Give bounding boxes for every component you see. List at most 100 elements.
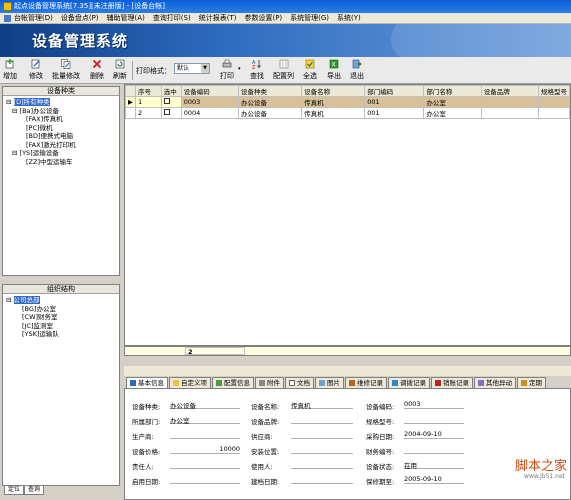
column-header[interactable]: 选中	[160, 85, 182, 97]
menu-ledger[interactable]: 台帐管理(D)	[14, 13, 53, 23]
tab-periodic[interactable]: 定期	[517, 377, 546, 388]
grid-footer: 2	[124, 346, 571, 356]
column-header[interactable]: 序号	[135, 85, 162, 97]
edit-button[interactable]: 修改	[29, 59, 43, 81]
delete-button[interactable]: 删除	[90, 59, 104, 81]
warranty-field[interactable]: 2005-09-10	[404, 475, 464, 484]
location-field[interactable]	[291, 445, 353, 454]
tree-toggle-icon[interactable]: ⊟	[6, 98, 11, 106]
tree-node-laptop[interactable]: [BD]便携式电脑	[6, 132, 116, 141]
column-header[interactable]: 设备种类	[237, 85, 303, 97]
exit-button[interactable]: 退出	[350, 59, 364, 81]
owner-field[interactable]	[170, 460, 240, 469]
tab-repair-records[interactable]: 维修记录	[345, 377, 387, 388]
menu-assist[interactable]: 辅助管理(A)	[107, 13, 145, 23]
menu-system-admin[interactable]: 系统管理(G)	[290, 13, 329, 23]
info-icon	[130, 380, 136, 386]
row-checkbox[interactable]	[160, 107, 182, 119]
name-field[interactable]: 传真机	[291, 400, 353, 410]
tree-toggle-icon[interactable]: ⊟	[6, 296, 11, 304]
table-row[interactable]: ▶ 1 0003 办公设备 传真机 001 办公室	[125, 96, 570, 108]
row-checkbox[interactable]	[160, 96, 182, 108]
brand-field[interactable]	[291, 415, 353, 424]
tree-node-laser-printer[interactable]: [FAX]激光打印机	[6, 141, 116, 150]
tree-node-monitoring[interactable]: [JC]监测室	[6, 322, 116, 331]
menu-params[interactable]: 参数设置(P)	[244, 13, 282, 23]
print-button[interactable]: 打印	[220, 59, 234, 81]
refresh-button[interactable]: 刷新	[113, 59, 127, 81]
cell-brand	[480, 96, 539, 108]
batch-edit-label: 批量修改	[52, 72, 80, 80]
toolbar-separator	[132, 61, 133, 80]
table-row[interactable]: 2 0004 办公设备 传真机 001 办公室	[125, 107, 570, 119]
tree-node-transport[interactable]: ⊟ [YS]运输设备	[6, 149, 116, 158]
tab-query[interactable]: 查询	[24, 486, 45, 495]
menu-system[interactable]: 系统(Y)	[337, 13, 361, 23]
tree-node-fax[interactable]: [FAX]传真机	[6, 115, 116, 124]
build-date-label: 建档日期:	[251, 478, 280, 486]
cell-dept-code: 001	[364, 96, 425, 108]
print-format-value: 默认	[177, 65, 190, 72]
chevron-down-icon[interactable]: ▼	[201, 64, 209, 73]
horizontal-splitter[interactable]	[124, 366, 571, 376]
purchase-date-field[interactable]: 2004-09-10	[404, 430, 464, 439]
status-field[interactable]: 在用	[404, 460, 464, 470]
tab-other-changes[interactable]: 其他异动	[474, 377, 516, 388]
config-columns-button[interactable]: 配置列	[273, 59, 294, 81]
find-button[interactable]: AZ 查找	[250, 59, 264, 81]
menu-query-print[interactable]: 查询打印(S)	[153, 13, 191, 23]
build-date-field[interactable]	[291, 475, 353, 484]
tab-writeoff-records[interactable]: 销账记录	[431, 377, 473, 388]
tree-node-all-categories[interactable]: ⊟ [D]所有种类	[6, 98, 116, 107]
enable-date-field[interactable]	[170, 475, 240, 484]
tab-attachments[interactable]: 附件	[255, 377, 284, 388]
tree-node-pc[interactable]: [PC]微机	[6, 124, 116, 133]
add-button[interactable]: 增加	[3, 59, 17, 81]
export-button[interactable]: X 导出	[327, 59, 341, 81]
tree-toggle-icon[interactable]: ⊟	[12, 107, 17, 115]
cell-dept-code: 001	[364, 107, 425, 119]
record-count: 2	[185, 347, 245, 356]
dept-field[interactable]: 办公室	[170, 415, 240, 425]
user-field[interactable]	[291, 460, 353, 469]
tab-custom-fields[interactable]: 自定义项	[169, 377, 211, 388]
tab-locate[interactable]: 定位	[4, 486, 25, 495]
menu-inventory[interactable]: 设备盘点(P)	[61, 13, 99, 23]
batch-edit-button[interactable]: 批量修改	[52, 59, 80, 81]
refresh-label: 刷新	[113, 72, 127, 80]
asset-no-field[interactable]	[404, 445, 464, 454]
tab-documents[interactable]: 文档	[285, 377, 314, 388]
tab-basic-info[interactable]: 基本信息	[126, 377, 168, 388]
column-header[interactable]: 设备编码	[180, 85, 239, 97]
repair-icon	[349, 380, 355, 386]
app-menu-icon[interactable]	[4, 14, 11, 22]
column-header[interactable]: 设备品牌	[480, 85, 539, 97]
tree-node-medium-truck[interactable]: [ZZ]中型运输车	[6, 158, 116, 167]
supplier-field[interactable]	[291, 430, 353, 439]
column-header[interactable]: 设备名称	[301, 85, 366, 97]
tree-node-office[interactable]: ⊟ [Ba]办公设备	[6, 107, 116, 116]
select-all-button[interactable]: 全选	[303, 59, 317, 81]
batch-edit-icon	[61, 59, 71, 69]
column-header[interactable]: 规格型号	[537, 85, 570, 97]
code-field[interactable]: 0003	[404, 400, 464, 409]
tree-node-transport-team[interactable]: [YSK]运输队	[6, 330, 116, 339]
tab-pictures[interactable]: 图片	[315, 377, 344, 388]
maker-field[interactable]	[170, 430, 240, 439]
column-header[interactable]: 部门编码	[364, 85, 425, 97]
tree-node-office-dept[interactable]: [BG]办公室	[6, 305, 116, 314]
tree-node-finance[interactable]: [CW]财务室	[6, 313, 116, 322]
category-field[interactable]: 办公设备	[170, 400, 240, 410]
cell-brand	[480, 107, 539, 119]
print-dropdown-arrow[interactable]: ▾	[238, 66, 241, 72]
menu-reports[interactable]: 统计报表(T)	[199, 13, 237, 23]
model-field[interactable]	[404, 415, 464, 424]
price-field[interactable]: 10000	[170, 445, 240, 454]
tab-config-info[interactable]: 配置信息	[212, 377, 254, 388]
tree-toggle-icon[interactable]: ⊟	[12, 149, 17, 157]
tree-node-headquarters[interactable]: ⊟ 公司总部	[6, 296, 116, 305]
column-header[interactable]: 部门名称	[423, 85, 482, 97]
print-format-select[interactable]: 默认 ▼	[174, 63, 210, 74]
tab-transfer-records[interactable]: 调拨记录	[388, 377, 430, 388]
equipment-grid: 序号 选中 设备编码 设备种类 设备名称 部门编码 部门名称 设备品牌 规格型号…	[124, 84, 571, 346]
